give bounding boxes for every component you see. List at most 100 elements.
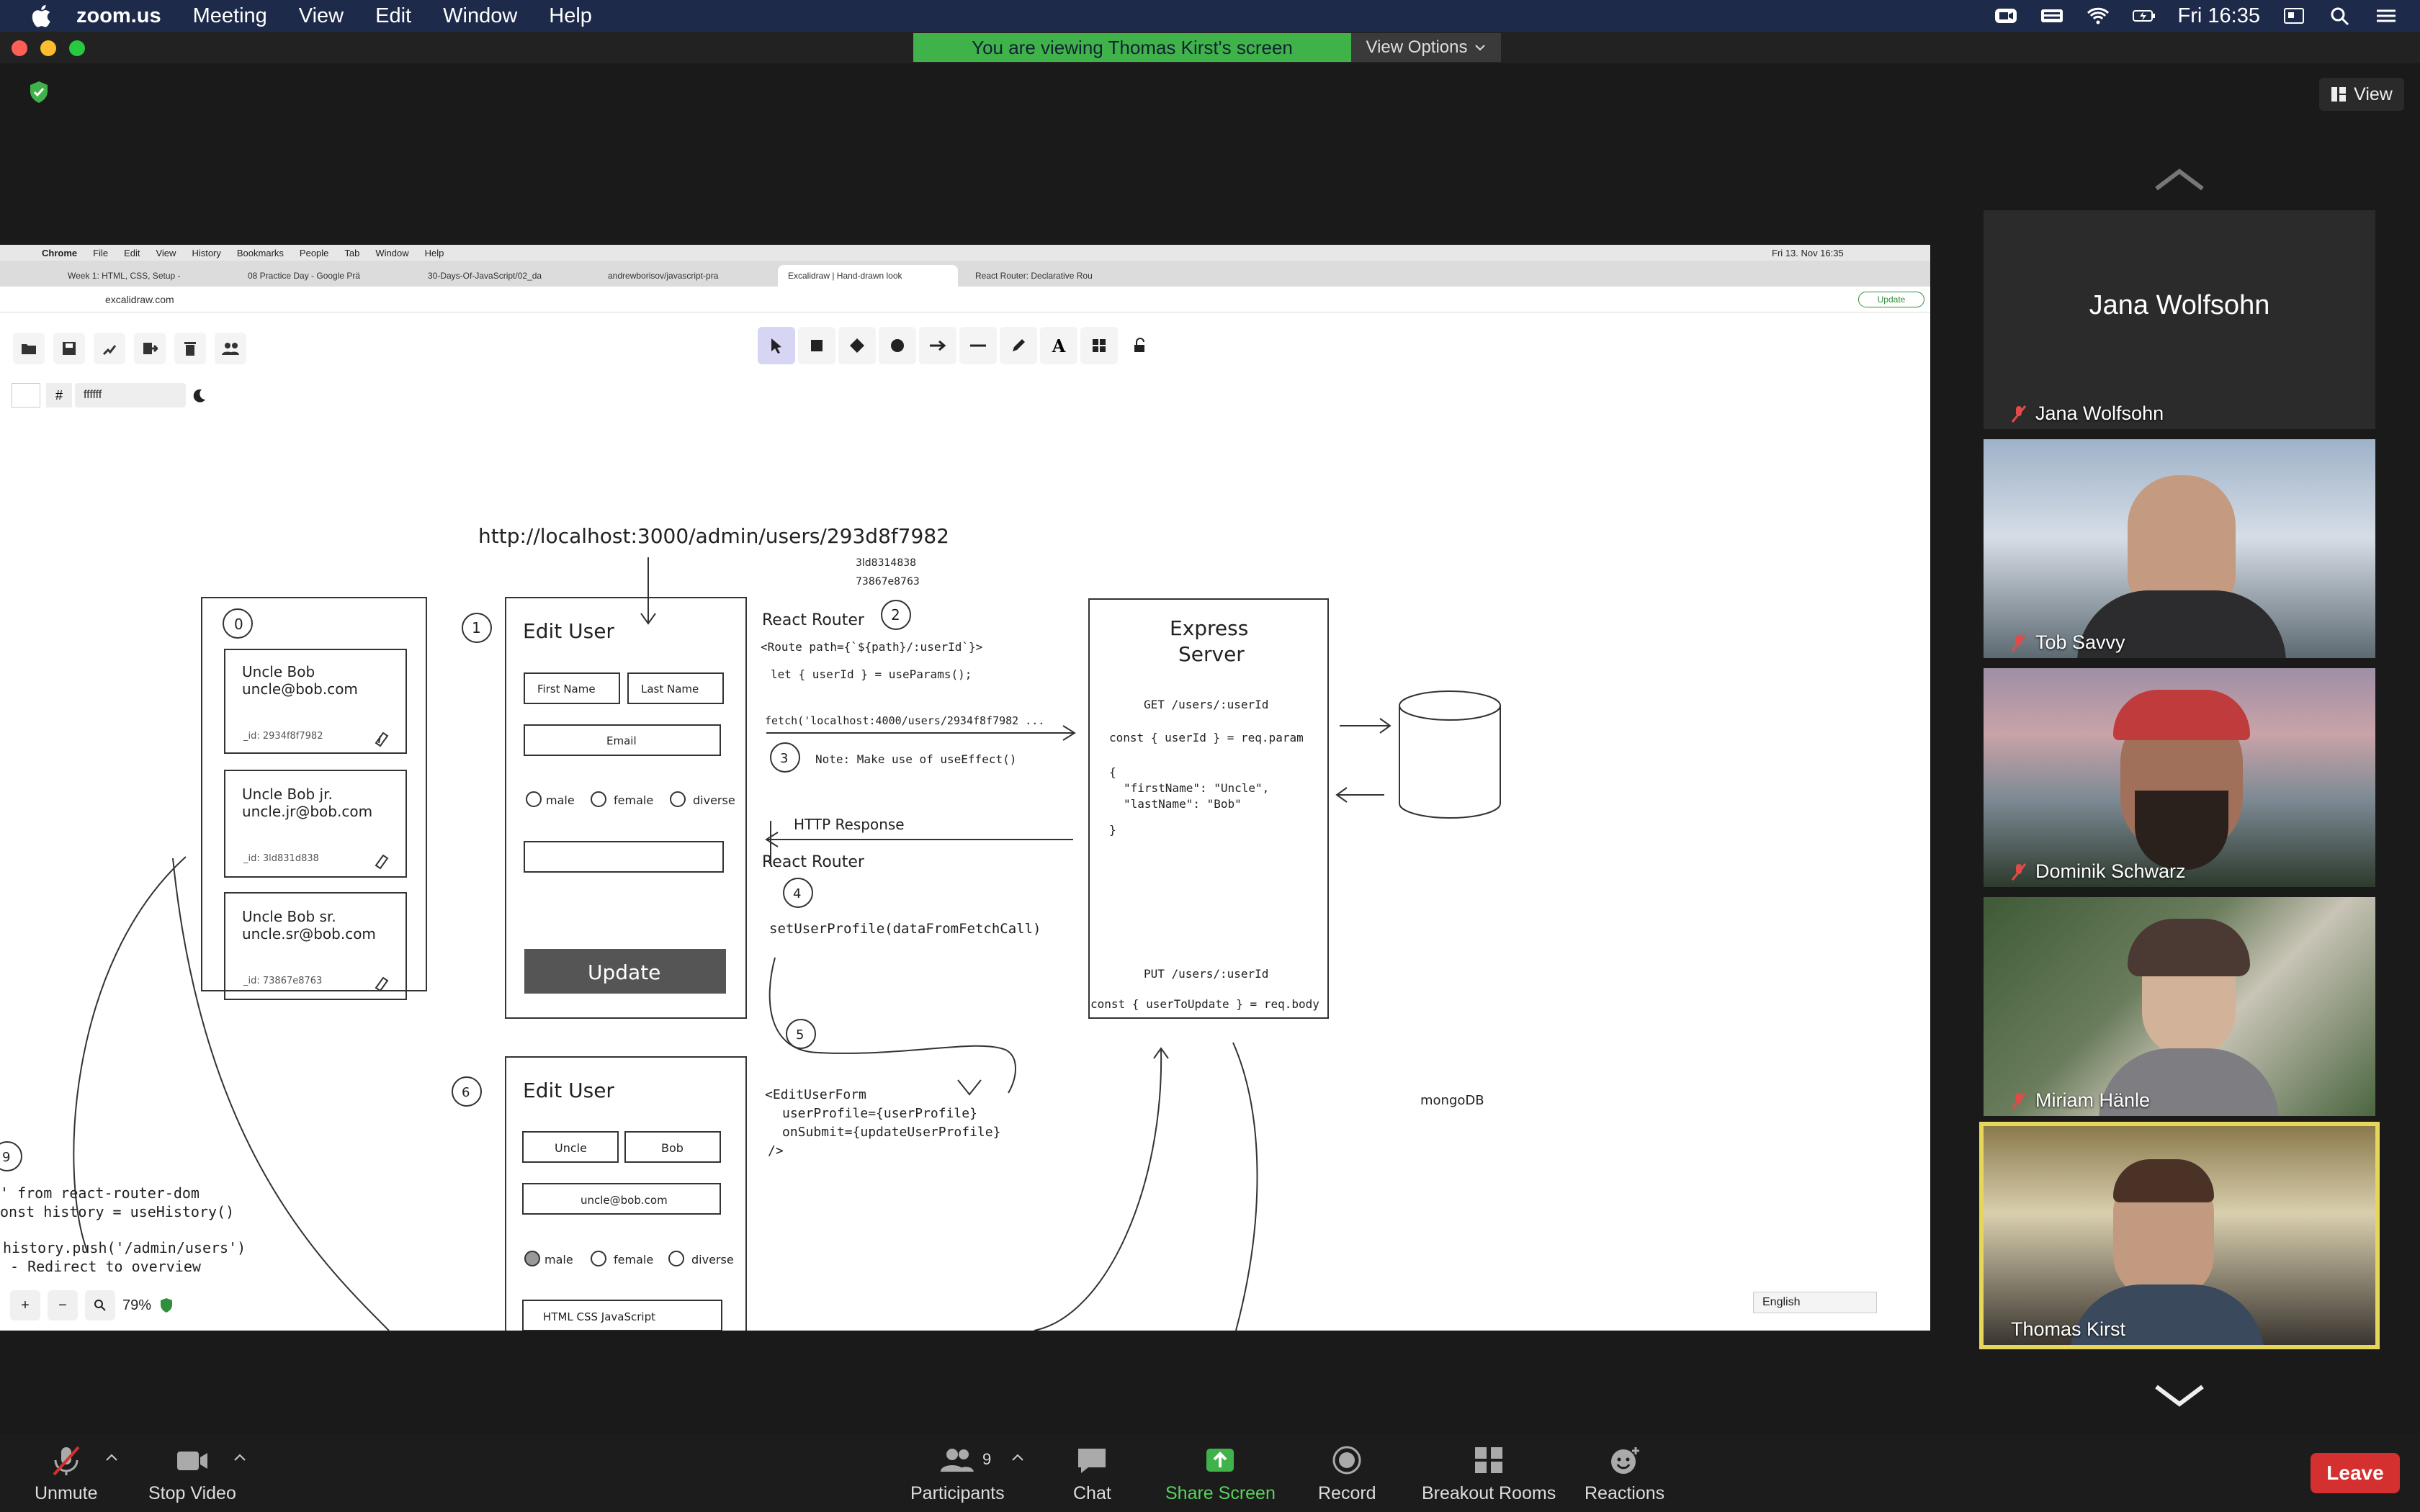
- menu-view[interactable]: View: [299, 4, 344, 28]
- wifi-icon[interactable]: [2086, 5, 2110, 27]
- canvas-zoom-controls: + − 79%: [10, 1290, 174, 1320]
- drawing-url-title: http://localhost:3000/admin/users/293d8f…: [478, 524, 949, 548]
- menu-window[interactable]: Window: [443, 4, 517, 28]
- form-code: <EditUserForm: [765, 1087, 866, 1102]
- redirect-code: history.push('/admin/users'): [3, 1239, 246, 1256]
- note-text: Note: Make use of useEffect(): [815, 752, 1016, 766]
- minimize-window-button[interactable]: [40, 40, 56, 56]
- participant-name-label: Miriam Hänle: [2011, 1089, 2150, 1112]
- menu-edit[interactable]: Edit: [375, 4, 411, 28]
- menu-app[interactable]: zoom.us: [76, 4, 161, 28]
- chevron-down-icon[interactable]: [2152, 1381, 2207, 1410]
- spotlight-icon[interactable]: [2328, 5, 2352, 27]
- redirect-code: ' from react-router-dom: [0, 1184, 200, 1202]
- express-json: "lastName": "Bob": [1124, 797, 1242, 811]
- record-button[interactable]: Record: [1318, 1444, 1376, 1504]
- router-label: React Router: [762, 853, 865, 871]
- active-speaker-tile[interactable]: Thomas Kirst: [1979, 1122, 2380, 1349]
- form-title-2: Edit User: [523, 1079, 614, 1102]
- grid-layout-icon: [2331, 87, 2347, 102]
- participant-name: Miriam Hänle: [2035, 1089, 2151, 1111]
- view-options-label: View Options: [1366, 37, 1468, 57]
- participant-name: Jana Wolfsohn: [2035, 402, 2164, 424]
- menu-meeting[interactable]: Meeting: [193, 4, 267, 28]
- share-screen-icon: [1206, 1449, 1234, 1472]
- audio-options-chevron-icon[interactable]: [105, 1453, 118, 1462]
- menubar-clock[interactable]: Fri 16:35: [2178, 4, 2260, 28]
- form-code: />: [768, 1143, 784, 1158]
- excalidraw-canvas[interactable]: http://localhost:3000/admin/users/293d8f…: [0, 245, 1930, 1331]
- view-layout-button[interactable]: View: [2319, 78, 2404, 111]
- close-window-button[interactable]: [12, 40, 27, 56]
- menubar-status: Fri 16:35: [1994, 0, 2398, 32]
- share-screen-button[interactable]: Share Screen: [1165, 1444, 1276, 1504]
- chevron-up-icon[interactable]: [2152, 166, 2207, 194]
- form-title: Edit User: [523, 619, 614, 643]
- http-label: HTTP Response: [794, 816, 905, 833]
- battery-icon[interactable]: [2132, 5, 2156, 27]
- user-name: Uncle Bob jr.: [242, 786, 333, 803]
- language-select[interactable]: English: [1753, 1292, 1877, 1313]
- form-placeholder: Email: [606, 734, 637, 747]
- screen-share-banner: You are viewing Thomas Kirst's screen: [913, 33, 1351, 62]
- zoom-status-icon[interactable]: [1994, 5, 2018, 27]
- participant-name-label: Dominik Schwarz: [2011, 860, 2186, 883]
- encryption-shield-icon[interactable]: [26, 79, 52, 105]
- update-label: Update: [588, 960, 660, 984]
- mic-muted-icon: [53, 1446, 80, 1476]
- view-options-button[interactable]: View Options: [1351, 33, 1501, 62]
- chat-button[interactable]: Chat: [1073, 1444, 1111, 1504]
- step-num: 0: [234, 616, 243, 633]
- user-id: _id: 2934f8f7982: [243, 731, 323, 742]
- encrypted-shield-icon[interactable]: [158, 1297, 174, 1314]
- flag-icon[interactable]: [2282, 5, 2306, 27]
- arrow-fetch: [766, 725, 1076, 741]
- db-cylinder-body: [1399, 706, 1501, 819]
- route-code: let { userId } = useParams();: [771, 667, 972, 681]
- reactions-button[interactable]: Reactions: [1585, 1444, 1664, 1504]
- zoom-out-icon[interactable]: −: [48, 1290, 78, 1320]
- participants-options-chevron-icon[interactable]: [1011, 1453, 1024, 1462]
- apple-icon[interactable]: [29, 3, 52, 29]
- user-name: Uncle Bob sr.: [242, 908, 336, 925]
- radio-label: male: [544, 1253, 573, 1266]
- reset-zoom-icon[interactable]: [85, 1290, 115, 1320]
- express-title: Express: [1170, 616, 1248, 640]
- form-code: onSubmit={updateUserProfile}: [782, 1125, 1000, 1140]
- mic-muted-icon: [2011, 405, 2027, 423]
- menu-help[interactable]: Help: [549, 4, 592, 28]
- keyboard-icon[interactable]: [2040, 5, 2064, 27]
- video-options-chevron-icon[interactable]: [233, 1453, 246, 1462]
- arrow-url-to-form: [640, 557, 656, 625]
- express-put: PUT /users/:userId: [1144, 967, 1268, 981]
- arrow-http-response: [765, 832, 1073, 847]
- db-cylinder-top: [1399, 690, 1501, 721]
- step-num: 6: [462, 1085, 470, 1100]
- unmute-button[interactable]: Unmute: [35, 1444, 98, 1504]
- arrow-from-db: [1335, 787, 1384, 803]
- set-profile-code: setUserProfile(dataFromFetchCall): [769, 921, 1041, 937]
- leave-meeting-button[interactable]: Leave: [2311, 1453, 2400, 1493]
- participants-icon: [941, 1449, 974, 1472]
- language-value: English: [1762, 1296, 1801, 1308]
- fetch-code: fetch('localhost:4000/users/2934f8f7982 …: [765, 714, 1044, 727]
- stop-video-button[interactable]: Stop Video: [148, 1444, 236, 1504]
- form-value: uncle@bob.com: [581, 1194, 668, 1207]
- zoom-window-button[interactable]: [69, 40, 85, 56]
- breakout-rooms-button[interactable]: Breakout Rooms: [1422, 1444, 1556, 1504]
- participant-tile[interactable]: Jana Wolfsohn Jana Wolfsohn: [1984, 210, 2375, 429]
- stop-video-label: Stop Video: [148, 1483, 236, 1503]
- radio-label: diverse: [693, 793, 735, 807]
- step-num: 3: [780, 751, 788, 766]
- participant-display-name: Jana Wolfsohn: [2089, 289, 2270, 320]
- control-center-icon[interactable]: [2374, 5, 2398, 27]
- participant-tile[interactable]: Miriam Hänle: [1984, 897, 2375, 1116]
- shared-screen[interactable]: Chrome File Edit View History Bookmarks …: [0, 245, 1930, 1331]
- view-label: View: [2354, 84, 2393, 104]
- form-value: Uncle: [555, 1141, 587, 1155]
- route-code: <Route path={`${path}/:userId`}>: [761, 640, 982, 654]
- participant-tile[interactable]: Dominik Schwarz: [1984, 668, 2375, 887]
- participant-tile[interactable]: Tob Savvy: [1984, 439, 2375, 658]
- step-num: 9: [2, 1150, 10, 1165]
- zoom-in-icon[interactable]: +: [10, 1290, 40, 1320]
